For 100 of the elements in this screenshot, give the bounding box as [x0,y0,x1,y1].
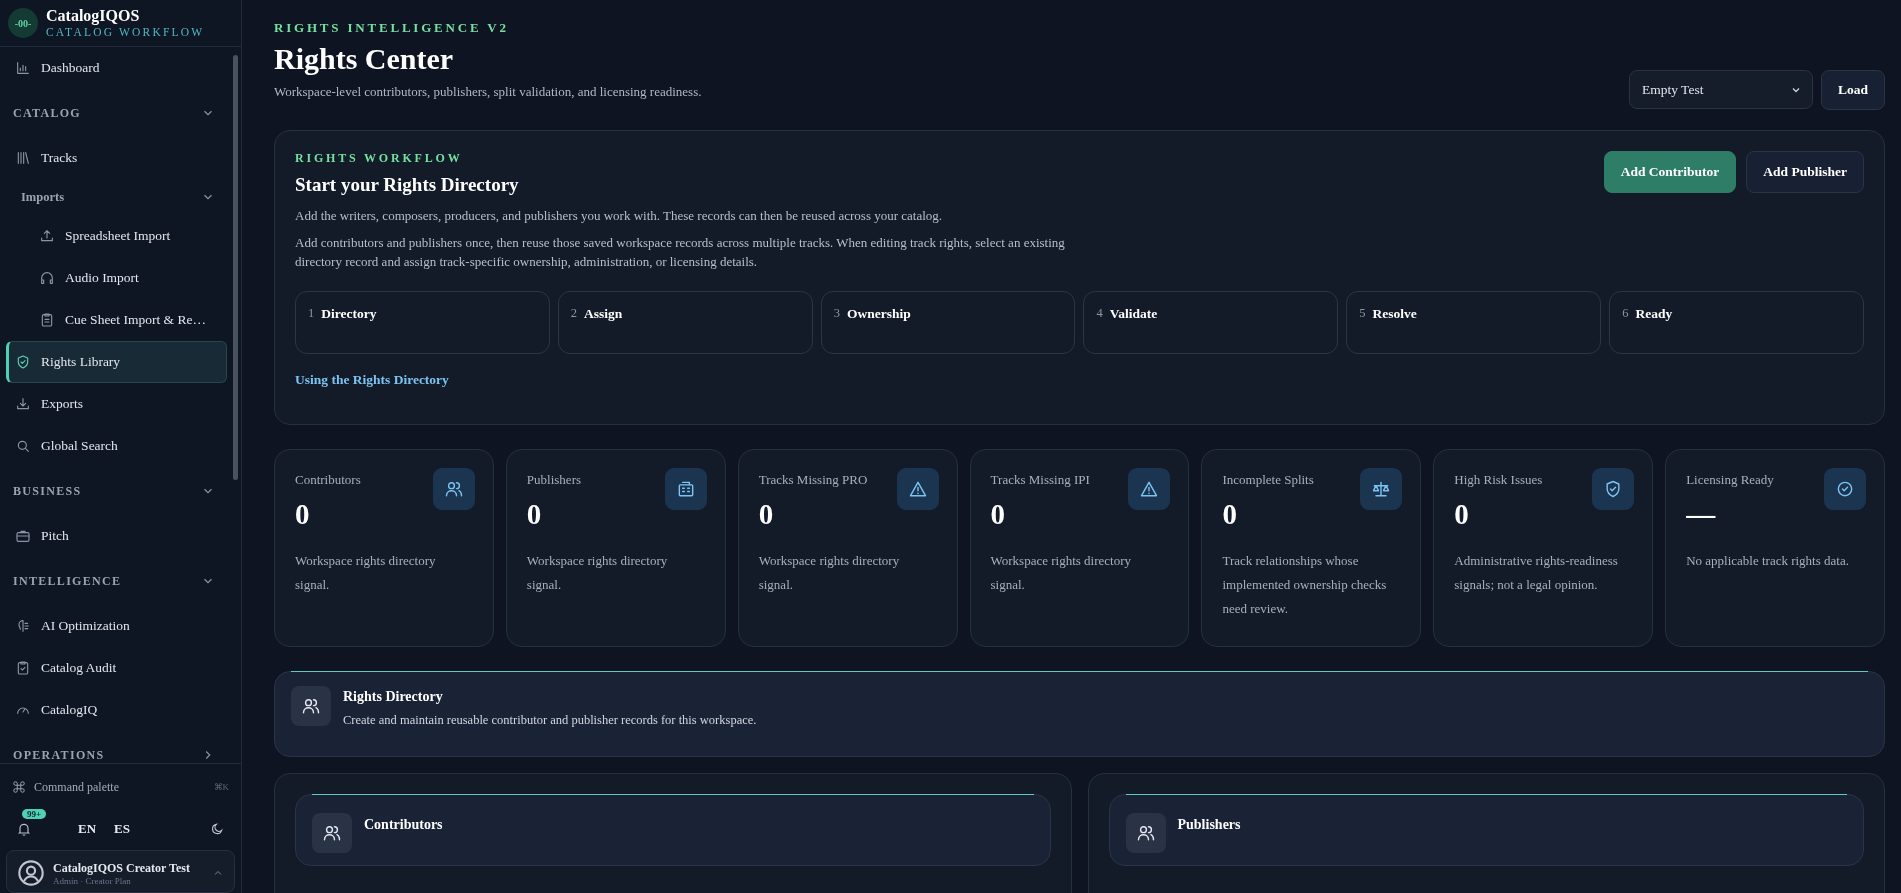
help-link[interactable]: Using the Rights Directory [295,372,449,388]
stat-value: 0 [1454,498,1470,531]
stat-description: Administrative rights-readiness signals; not a legal opinion. [1454,552,1619,594]
user-card[interactable]: CatalogIQOS Creator Test Admin · Creator Plan [6,850,235,893]
notification-badge: 99+ [22,809,47,819]
stat-label: Licensing Ready [1686,471,1774,488]
add-contributor-button[interactable]: Add Contributor [1603,151,1737,193]
stat-description: Track relationships whose implemented ownership checks need review. [1222,552,1388,618]
page-title: Rights Center [274,42,455,76]
stat-value: 0 [526,498,543,531]
shield-icon [15,354,31,370]
section-heading: OPERATIONS [13,747,105,763]
workflow-step[interactable]: 1 Directory [295,291,550,354]
nav-item[interactable]: Exports [6,383,227,425]
step-number: 2 [570,306,578,321]
section-heading: INTELLIGENCE [13,573,122,589]
users-icon [322,823,342,843]
paragraph: Add the writers, composers, producers, and publishers you work with. These records can then be reused across your catalog. [295,207,944,225]
avatar-icon [17,859,45,887]
directory-title: Rights Directory [343,689,444,705]
stat-description: Workspace rights directory signal. [526,552,669,594]
stat-description: Workspace rights directory signal. [758,552,901,594]
bell-icon[interactable] [16,821,32,837]
library-icon [15,150,31,166]
step-number: 3 [833,306,840,321]
step-label: Ownership [846,306,911,322]
nav-item[interactable]: Dashboard [6,47,227,89]
nav-item[interactable]: CatalogIQ [6,689,227,731]
user-name: CatalogIQOS Creator Test [53,860,191,876]
group-heading: Imports [21,189,65,205]
search-icon [15,438,31,454]
step-label: Directory [321,306,377,322]
users-icon [301,696,321,716]
nav-item[interactable]: Global Search [6,425,227,467]
stat-label: Tracks Missing PRO [758,471,868,488]
nav-item[interactable]: Rights Library [6,341,227,383]
stat-value: — [1686,498,1717,531]
stat-label: Tracks Missing IPI [990,471,1090,488]
command-palette-link[interactable]: Command palette [34,779,206,795]
stat-value: 0 [295,498,311,531]
logo-badge: -00- [8,8,38,38]
workflow-step[interactable]: 4 Validate [1083,291,1339,354]
nav-item[interactable]: Audio Import [6,257,227,299]
panel-title: Contributors [364,816,443,833]
moon-icon[interactable] [209,821,225,837]
stat-label: Contributors [295,471,361,488]
nav-item[interactable]: Tracks [6,137,227,179]
workflow-step[interactable]: 2 Assign [557,291,813,354]
workflow-step[interactable]: 6 Ready [1609,291,1864,354]
upload-icon [39,228,55,244]
step-label: Resolve [1372,306,1417,322]
nav-item[interactable]: Pitch [6,515,227,557]
step-number: 5 [1359,306,1366,321]
command-icon [12,780,26,794]
step-label: Assign [584,306,623,322]
add-publisher-button[interactable]: Add Publisher [1746,151,1864,193]
step-label: Validate [1109,306,1158,322]
scrollbar[interactable] [233,55,238,480]
panel-title: Publishers [1177,816,1241,833]
download-icon [15,396,31,412]
workflow-step[interactable]: 5 Resolve [1346,291,1602,354]
chart-icon [15,60,31,76]
brand-tagline: CATALOG WORKFLOW [46,25,205,39]
directory-description: Create and maintain reusable contributor and publisher records for this workspace. [343,713,757,728]
stat-description: Workspace rights directory signal. [295,552,437,594]
users-icon [443,479,464,499]
stat-description: No applicable track rights data. [1686,552,1850,570]
load-button[interactable]: Load [1821,70,1885,110]
clipboard-check-icon [15,660,31,676]
warning-icon [1139,479,1160,499]
workflow-step[interactable]: 3 Ownership [820,291,1076,354]
page-eyebrow: RIGHTS INTELLIGENCE V2 [274,20,510,36]
warning-icon [907,479,928,499]
check-circle-icon [1835,479,1855,499]
stat-label: Publishers [526,471,581,488]
stat-value: 0 [758,498,775,531]
step-number: 4 [1096,306,1103,321]
step-label: Ready [1635,306,1673,322]
nav-item[interactable]: AI Optimization [6,605,227,647]
stat-value: 0 [1222,498,1238,531]
stat-description: Workspace rights directory signal. [990,552,1133,594]
step-number: 6 [1622,306,1629,321]
nav-item[interactable]: Catalog Audit [6,647,227,689]
stat-label: Incomplete Splits [1222,471,1314,488]
workspace-select[interactable]: Empty Test [1629,70,1813,109]
headphones-icon [39,270,55,286]
nav-item[interactable]: Spreadsheet Import [6,215,227,257]
language-button[interactable]: ES [112,821,132,837]
users-icon [1135,823,1156,843]
section-eyebrow: RIGHTS WORKFLOW [295,151,464,166]
language-button[interactable]: EN [76,821,99,837]
paragraph: Add contributors and publishers once, then reuse those saved workspace records across multiple tracks. When editing track rights, select an existing directory record and assign track-specific ownership, administration, or licensing details. [295,234,1066,271]
section-title: Start your Rights Directory [295,174,520,196]
stat-value: 0 [990,498,1007,531]
stat-label: High Risk Issues [1454,471,1543,488]
nav-item[interactable]: Cue Sheet Import & Re… [6,299,227,341]
user-role: Admin · Creator Plan [53,875,132,886]
scale-icon [1371,479,1392,499]
section-heading: BUSINESS [13,483,82,499]
brand-name: CatalogIQOS [46,7,141,25]
